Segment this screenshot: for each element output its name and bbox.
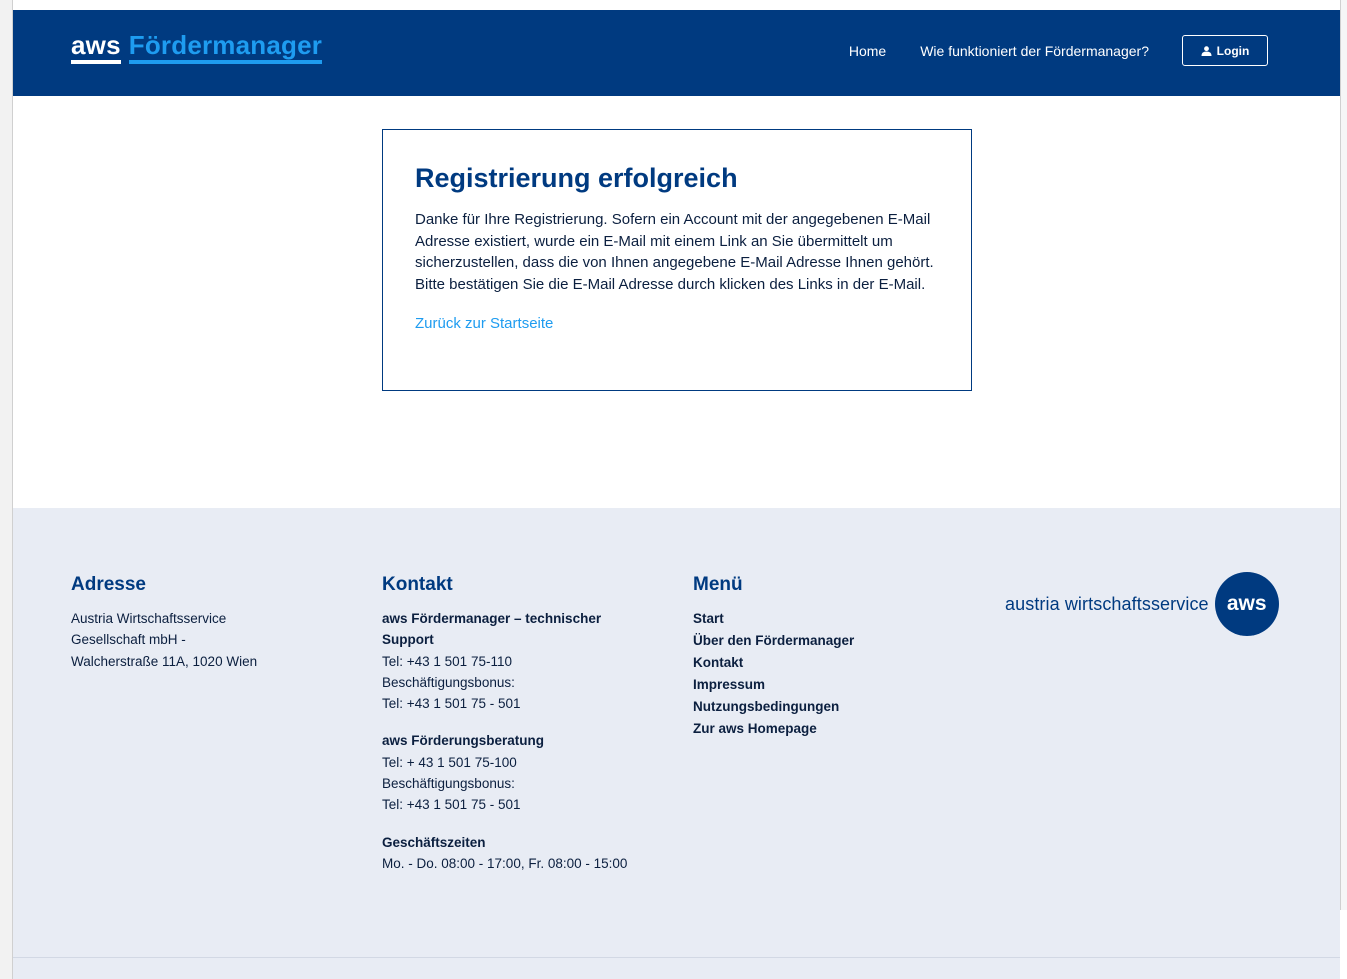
success-card: Registrierung erfolgreich Danke für Ihre… (382, 129, 972, 391)
aws-logo-text: austria wirtschaftsservice (1005, 593, 1209, 614)
footer-menu: Menü Start Über den Fördermanager Kontak… (693, 574, 953, 740)
success-message: Danke für Ihre Registrierung. Sofern ein… (415, 211, 934, 293)
aws-logo-badge: aws (1214, 572, 1279, 636)
menu-heading: Menü (693, 574, 743, 595)
aws-logo[interactable]: austria wirtschaftsservice aws (1005, 572, 1279, 636)
back-to-home-link[interactable]: Zurück zur Startseite (415, 315, 939, 332)
menu-item-start[interactable]: Start (693, 608, 953, 630)
address-heading: Adresse (71, 574, 146, 595)
brand-logo[interactable]: aws Fördermanager (71, 30, 323, 64)
advice-tel: Tel: + 43 1 501 75-100 (382, 754, 517, 770)
footer-address: Adresse Austria Wirtschaftsservice Gesel… (71, 574, 331, 672)
address-line-1: Austria Wirtschaftsservice (71, 611, 227, 626)
support-bonus-tel: Tel: +43 1 501 75 - 501 (382, 696, 521, 712)
login-label: Login (1216, 43, 1250, 58)
site-header: aws Fördermanager Home Wie funktioniert … (13, 10, 1340, 96)
contact-heading: Kontakt (382, 574, 453, 595)
nav-home[interactable]: Home (849, 36, 886, 66)
footer-divider (13, 957, 1340, 958)
advice-bonus-label: Beschäftigungsbonus: (382, 776, 515, 792)
login-button[interactable]: Login (1182, 35, 1268, 66)
brand-name: Fördermanager (128, 30, 323, 64)
menu-item-imprint[interactable]: Impressum (693, 674, 953, 696)
hours-title: Geschäftszeiten (382, 834, 486, 850)
hours-text: Mo. - Do. 08:00 - 17:00, Fr. 08:00 - 15:… (382, 855, 628, 871)
support-tel: Tel: +43 1 501 75-110 (382, 653, 512, 669)
main-nav: Home Wie funktioniert der Fördermanager?… (849, 35, 1268, 66)
contact-support-block: aws Fördermanager – technischer Support … (382, 608, 672, 714)
browser-frame-top (13, 0, 1340, 10)
browser-frame-left (0, 0, 13, 979)
site-footer: Adresse Austria Wirtschaftsservice Gesel… (13, 508, 1340, 979)
page-title: Registrierung erfolgreich (415, 163, 738, 193)
brand-aws: aws (71, 30, 121, 64)
address-line-3: Walcherstraße 11A, 1020 Wien (71, 653, 258, 669)
scrollbar-grip-icon: ⋮ (1343, 438, 1347, 456)
scrollbar-gap (1340, 910, 1347, 979)
nav-how-it-works[interactable]: Wie funktioniert der Fördermanager? (920, 36, 1149, 66)
support-bonus-label: Beschäftigungsbonus: (382, 674, 515, 690)
menu-item-about[interactable]: Über den Fördermanager (693, 630, 953, 652)
footer-contact: Kontakt aws Fördermanager – technischer … (382, 574, 672, 874)
advice-title: aws Förderungsberatung (382, 733, 545, 749)
menu-item-terms[interactable]: Nutzungsbedingungen (693, 696, 953, 718)
support-title: aws Fördermanager – technischer Support (382, 611, 602, 648)
contact-advice-block: aws Förderungsberatung Tel: + 43 1 501 7… (382, 730, 672, 815)
menu-item-contact[interactable]: Kontakt (693, 652, 953, 674)
menu-item-aws-homepage[interactable]: Zur aws Homepage (693, 718, 953, 740)
address-line-2: Gesellschaft mbH - (71, 632, 186, 648)
vertical-scrollbar[interactable]: ⋮ (1340, 0, 1347, 910)
user-icon (1201, 45, 1212, 56)
advice-bonus-tel: Tel: +43 1 501 75 - 501 (382, 797, 521, 813)
contact-hours-block: Geschäftszeiten Mo. - Do. 08:00 - 17:00,… (382, 832, 672, 875)
